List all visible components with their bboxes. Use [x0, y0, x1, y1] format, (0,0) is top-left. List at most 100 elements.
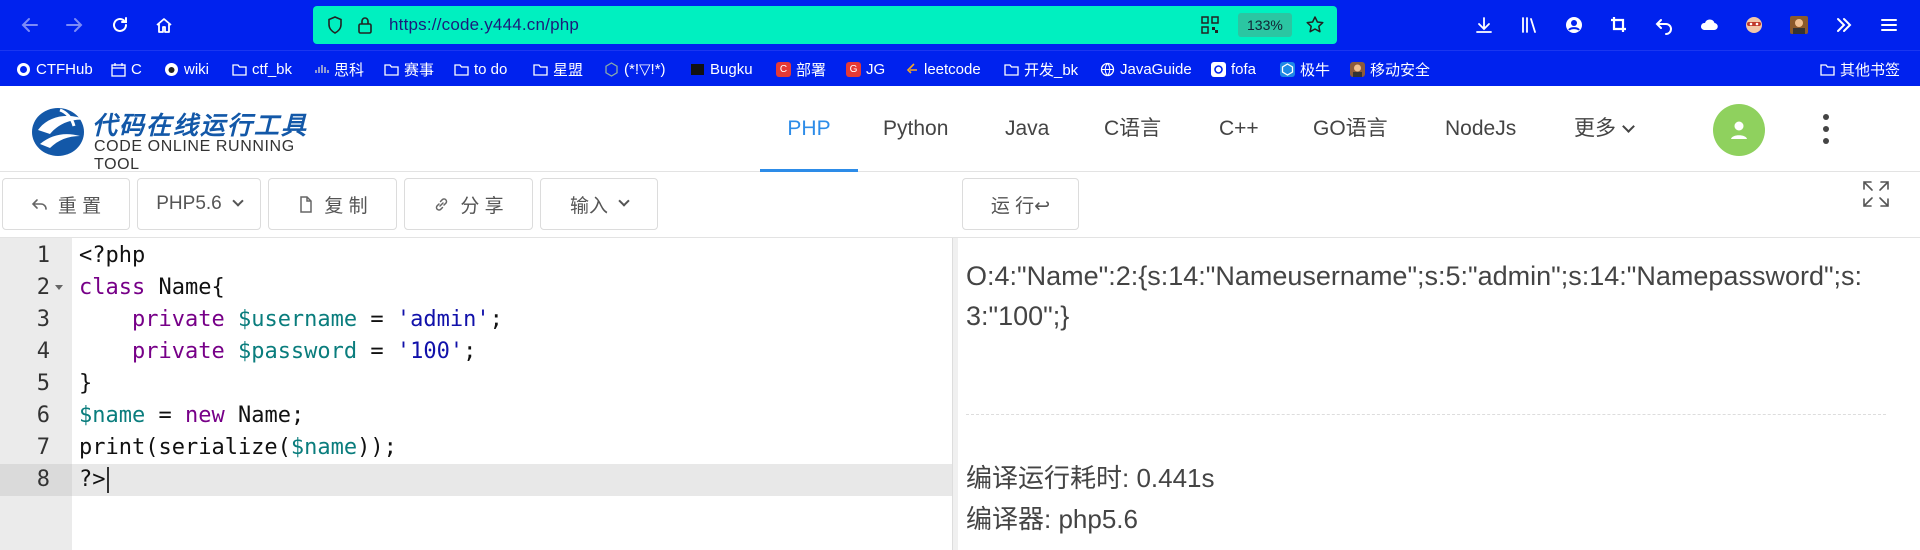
code-line[interactable]: 6 $name = new Name; [0, 400, 952, 432]
output-panel: O:4:"Name":2:{s:14:"Nameusername";s:5:"a… [958, 238, 1920, 550]
profile-picture-icon [1790, 16, 1808, 34]
nav-nodejs[interactable]: NodeJs [1445, 86, 1516, 172]
nav-php[interactable]: PHP [760, 86, 858, 172]
folder-icon [384, 62, 399, 77]
library-icon [1522, 17, 1536, 33]
nav-label: Python [883, 117, 949, 140]
bookmark-label: 星盟 [553, 61, 584, 79]
account-button[interactable] [1561, 12, 1587, 38]
bookmark-label: Bugku [710, 60, 753, 78]
input-label: 输入 [569, 195, 608, 217]
bookmark-star-icon[interactable] [1305, 15, 1325, 35]
nav-label: PHP [787, 117, 831, 140]
nav-label: 更多 [1574, 117, 1616, 140]
logo-english-title: CODE ONLINE RUNNING TOOL [94, 138, 295, 173]
folder-icon [1004, 62, 1019, 77]
code-text: private $username = 'admin'; [131, 307, 503, 332]
url-text[interactable]: https://code.y444.cn/php [389, 15, 579, 35]
face-extension-button[interactable] [1741, 12, 1767, 38]
code-line[interactable]: 5 } [0, 368, 952, 400]
bookmark-fofa[interactable]: fofa [1211, 59, 1256, 79]
user-icon [1731, 121, 1747, 139]
bookmark-mobile-security[interactable]: 移动安全 [1350, 59, 1430, 79]
bookmark-c[interactable]: C [111, 59, 142, 79]
code-line[interactable]: 2 class Name{ [0, 272, 952, 304]
text-cursor [106, 467, 109, 493]
nav-c[interactable]: C语言 [1104, 86, 1161, 172]
bookmark-javaguide[interactable]: JavaGuide [1100, 59, 1192, 79]
menu-button[interactable] [1876, 12, 1902, 38]
fold-arrow-icon[interactable] [55, 285, 63, 290]
site-logo[interactable]: 代码在线运行工具 CODE ONLINE RUNNING TOOL [30, 100, 340, 173]
home-icon [156, 18, 172, 33]
code-line[interactable]: 7 print(serialize($name)); [0, 432, 952, 464]
input-dropdown[interactable]: 输入 [540, 178, 658, 230]
undo-extension-button[interactable] [1651, 12, 1677, 38]
bookmark-dev-bk[interactable]: 开发_bk [1004, 59, 1078, 79]
g-red-icon: G [846, 61, 861, 77]
version-select[interactable]: PHP5.6 [137, 178, 261, 230]
back-button[interactable] [16, 11, 44, 39]
nav-cpp[interactable]: C++ [1219, 86, 1259, 172]
ctfhub-icon [16, 62, 31, 77]
fullscreen-icon[interactable] [1860, 178, 1892, 210]
logo-chinese-title: 代码在线运行工具 [92, 111, 309, 140]
share-button[interactable]: 分 享 [404, 178, 533, 230]
line-number: 7 [36, 435, 50, 460]
cloud-extension-button[interactable] [1696, 12, 1722, 38]
compiler-info: 编译器: php5.6 [966, 504, 1138, 534]
reload-button[interactable] [106, 11, 134, 39]
shield-icon[interactable] [325, 15, 345, 35]
kebab-dot-icon [1823, 126, 1829, 132]
bookmark-deploy[interactable]: C 部署 [776, 59, 826, 79]
bookmark-ctf-bk[interactable]: ctf_bk [232, 59, 292, 79]
bugku-icon [690, 62, 705, 77]
bookmark-label: 赛事 [404, 61, 435, 79]
bookmark-wiki[interactable]: wiki [164, 59, 209, 79]
copy-label: 复 制 [324, 195, 368, 217]
bookmark-jiniu[interactable]: 极牛 [1280, 59, 1330, 79]
bookmark-xingmeng[interactable]: 星盟 [533, 59, 583, 79]
code-line[interactable]: 3 private $username = 'admin'; [0, 304, 952, 336]
c-red-icon: C [776, 61, 791, 77]
crop-extension-button[interactable] [1606, 12, 1632, 38]
reset-button[interactable]: 重 置 [2, 178, 130, 230]
code-line-active[interactable]: 8 ?> [0, 464, 952, 496]
zoom-level-badge[interactable]: 133% [1238, 13, 1292, 37]
user-avatar[interactable] [1713, 104, 1765, 156]
more-options-button[interactable] [1816, 114, 1836, 144]
avatar-extension-button[interactable] [1786, 12, 1812, 38]
bookmark-ctfhub[interactable]: CTFHub [16, 59, 93, 79]
bookmark-jg[interactable]: G JG [846, 59, 885, 79]
home-button[interactable] [150, 11, 178, 39]
nav-java[interactable]: Java [1005, 86, 1049, 172]
more-tools-button[interactable] [1831, 12, 1857, 38]
bookmark-other[interactable]: 其他书签 [1820, 59, 1900, 79]
bookmark-bugku[interactable]: Bugku [690, 59, 753, 79]
kebab-dot-icon [1823, 114, 1829, 120]
code-line[interactable]: 4 private $password = '100'; [0, 336, 952, 368]
forward-button[interactable] [60, 11, 88, 39]
code-text: print(serialize($name)); [79, 435, 397, 460]
bookmark-leetcode[interactable]: leetcode [904, 59, 981, 79]
code-line[interactable]: 1 <?php [0, 240, 952, 272]
qr-code-icon[interactable] [1201, 16, 1219, 34]
nav-more-dropdown[interactable]: 更多 [1574, 86, 1635, 172]
code-text: private $password = '100'; [131, 339, 477, 364]
library-button[interactable] [1516, 12, 1542, 38]
address-bar[interactable]: https://code.y444.cn/php 133% [313, 6, 1337, 44]
nav-go[interactable]: GO语言 [1313, 86, 1388, 172]
run-button[interactable]: 运 行↩ [962, 178, 1079, 230]
copy-button[interactable]: 复 制 [268, 178, 397, 230]
nav-python[interactable]: Python [883, 86, 948, 172]
bookmark-todo[interactable]: to do [454, 59, 507, 79]
bookmark-emoticon[interactable]: (*!▽!*) [604, 59, 666, 79]
lock-icon[interactable] [355, 15, 375, 35]
code-editor[interactable]: 1 <?php 2 class Name{ 3 private $usernam… [0, 238, 952, 550]
code-text: ?> [79, 464, 109, 496]
mobile-sec-icon [1350, 61, 1365, 77]
bookmark-events[interactable]: 赛事 [384, 59, 434, 79]
bookmark-cisco[interactable]: 思科 [314, 59, 364, 79]
downloads-button[interactable] [1471, 12, 1497, 38]
bookmark-label: fofa [1231, 60, 1257, 78]
